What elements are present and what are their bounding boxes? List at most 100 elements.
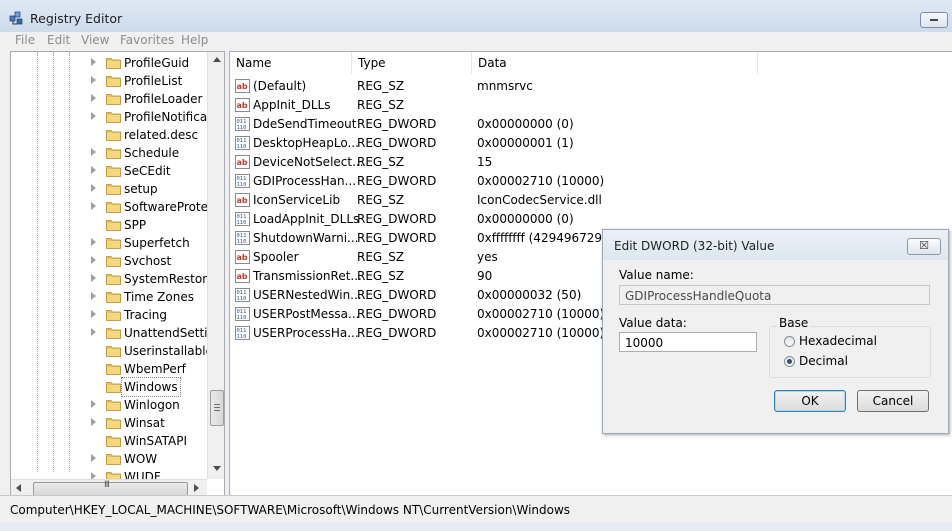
expand-arrow-icon[interactable] [91, 328, 96, 336]
tree-item[interactable]: ProfileList [11, 72, 207, 90]
value-type: REG_DWORD [357, 174, 437, 188]
tree-item-label: Winlogon [124, 398, 180, 412]
menu-file[interactable]: File [15, 33, 35, 47]
expand-arrow-icon[interactable] [91, 76, 96, 84]
scroll-right-arrow-icon[interactable] [194, 484, 199, 492]
tree-item[interactable]: SeCEdit [11, 162, 207, 180]
base-label: Base [777, 316, 811, 330]
tree-item[interactable]: Time Zones [11, 288, 207, 306]
expand-arrow-icon[interactable] [91, 184, 96, 192]
scroll-down-arrow-icon[interactable] [213, 466, 221, 471]
tree-item[interactable]: Svchost [11, 252, 207, 270]
folder-icon [106, 238, 121, 249]
tree-item[interactable]: related.desc [11, 126, 207, 144]
tree-item[interactable]: setup [11, 180, 207, 198]
tree-item[interactable]: Superfetch [11, 234, 207, 252]
value-data: 0x00000000 (0) [477, 212, 574, 226]
value-row[interactable]: 011 110 DdeSendTimeout REG_DWORD 0x00000000 … [230, 115, 952, 134]
value-data: 0x00002710 (10000) [477, 307, 605, 321]
tree-item[interactable]: ProfileGuid [11, 54, 207, 72]
tree-item[interactable]: SPP [11, 216, 207, 234]
menu-help[interactable]: Help [181, 33, 208, 47]
decimal-label[interactable]: Decimal [799, 354, 848, 368]
value-data: 0xffffffff (4294967295) [477, 231, 615, 245]
expand-arrow-icon[interactable] [91, 202, 96, 210]
tree-vertical-scrollbar[interactable] [207, 52, 224, 479]
tree-item[interactable]: Tracing [11, 306, 207, 324]
expand-arrow-icon[interactable] [91, 418, 96, 426]
column-header-name[interactable]: Name [230, 52, 352, 74]
expand-arrow-icon[interactable] [91, 166, 96, 174]
svg-text:110: 110 [237, 315, 247, 321]
cancel-button[interactable]: Cancel [857, 390, 929, 412]
title-bar[interactable]: Registry Editor [0, 0, 952, 32]
value-type: REG_DWORD [357, 231, 437, 245]
value-name: TransmissionRet... [253, 269, 362, 283]
value-data-input[interactable]: 10000 [619, 332, 757, 352]
tree-item[interactable]: Winsat [11, 414, 207, 432]
value-row[interactable]: ab (Default) REG_SZ mnmsrvc [230, 77, 952, 96]
hexadecimal-radio[interactable] [784, 336, 795, 347]
tree-item[interactable]: SoftwareProtect [11, 198, 219, 216]
expand-arrow-icon[interactable] [91, 94, 96, 102]
tree-item[interactable]: WinSATAPI [11, 432, 207, 450]
menu-favorites[interactable]: Favorites [120, 33, 174, 47]
minimize-button[interactable] [920, 12, 948, 28]
edit-dword-dialog: Edit DWORD (32-bit) Value ☒ Value name: … [602, 229, 949, 434]
folder-icon [106, 454, 121, 465]
registry-editor-window: Registry Editor File Edit View Favorites… [0, 0, 952, 531]
close-icon[interactable]: ☒ [907, 238, 941, 255]
expand-arrow-icon[interactable] [91, 274, 96, 282]
column-header-type[interactable]: Type [352, 52, 472, 74]
value-row[interactable]: ab DeviceNotSelect... REG_SZ 15 [230, 153, 952, 172]
string-value-icon: ab [235, 98, 250, 112]
expand-arrow-icon[interactable] [91, 112, 96, 120]
value-row[interactable]: 011 110 DesktopHeapLo... REG_DWORD 0x0000000… [230, 134, 952, 153]
tree-item[interactable]: ProfileLoader [11, 90, 207, 108]
value-row[interactable]: ab AppInit_DLLs REG_SZ [230, 96, 952, 115]
scroll-left-arrow-icon[interactable] [16, 484, 21, 492]
menu-edit[interactable]: Edit [47, 33, 70, 47]
tree-item[interactable]: WOW [11, 450, 207, 468]
value-row[interactable]: 011 110 GDIProcessHan... REG_DWORD 0x0000271… [230, 172, 952, 191]
hexadecimal-label[interactable]: Hexadecimal [799, 334, 877, 348]
value-name-field[interactable]: GDIProcessHandleQuota [619, 285, 930, 305]
tree-item[interactable]: UnattendSetting [11, 324, 223, 342]
tree-item[interactable]: Windows [11, 377, 207, 397]
scroll-thumb[interactable] [210, 390, 224, 426]
value-row[interactable]: ab IconServiceLib REG_SZ IconCodecService.d… [230, 191, 952, 210]
decimal-radio[interactable] [784, 356, 795, 367]
scroll-thumb-horizontal[interactable]: III [33, 480, 188, 496]
tree-item-label: WOW [124, 452, 158, 466]
expand-arrow-icon[interactable] [91, 400, 96, 408]
value-name: DeviceNotSelect... [253, 155, 364, 169]
tree-item[interactable]: Winlogon [11, 396, 207, 414]
column-header-data[interactable]: Data [472, 52, 758, 74]
tree-item[interactable]: WbemPerf [11, 360, 207, 378]
expand-arrow-icon[interactable] [91, 148, 96, 156]
svg-text:110: 110 [237, 239, 247, 245]
key-tree[interactable]: ProfileGuid ProfileList ProfileLoader Profi… [10, 51, 225, 497]
expand-arrow-icon[interactable] [91, 238, 96, 246]
svg-text:110: 110 [237, 220, 247, 226]
expand-arrow-icon[interactable] [91, 256, 96, 264]
dialog-title-bar[interactable]: Edit DWORD (32-bit) Value ☒ [603, 230, 948, 260]
tree-item[interactable]: ProfileNotificati [11, 108, 215, 126]
folder-icon [106, 166, 121, 177]
expand-arrow-icon[interactable] [91, 454, 96, 462]
value-type: REG_DWORD [357, 117, 437, 131]
value-row[interactable]: 011 110 LoadAppInit_DLLs REG_DWORD 0x0000000… [230, 210, 952, 229]
tree-item[interactable]: Schedule [11, 144, 207, 162]
tree-item[interactable]: SystemRestore [11, 270, 214, 288]
scroll-up-arrow-icon[interactable] [213, 57, 221, 62]
ok-button[interactable]: OK [774, 390, 846, 412]
expand-arrow-icon[interactable] [91, 292, 96, 300]
dword-value-icon: 011110 [235, 326, 250, 340]
tree-item[interactable]: Userinstallable.c [11, 342, 223, 360]
tree-item-label: WinSATAPI [124, 434, 188, 448]
expand-arrow-icon[interactable] [91, 58, 96, 66]
expand-arrow-icon[interactable] [91, 310, 96, 318]
folder-icon [106, 130, 121, 141]
status-path: Computer\HKEY_LOCAL_MACHINE\SOFTWARE\Mic… [10, 503, 571, 517]
menu-view[interactable]: View [81, 33, 109, 47]
